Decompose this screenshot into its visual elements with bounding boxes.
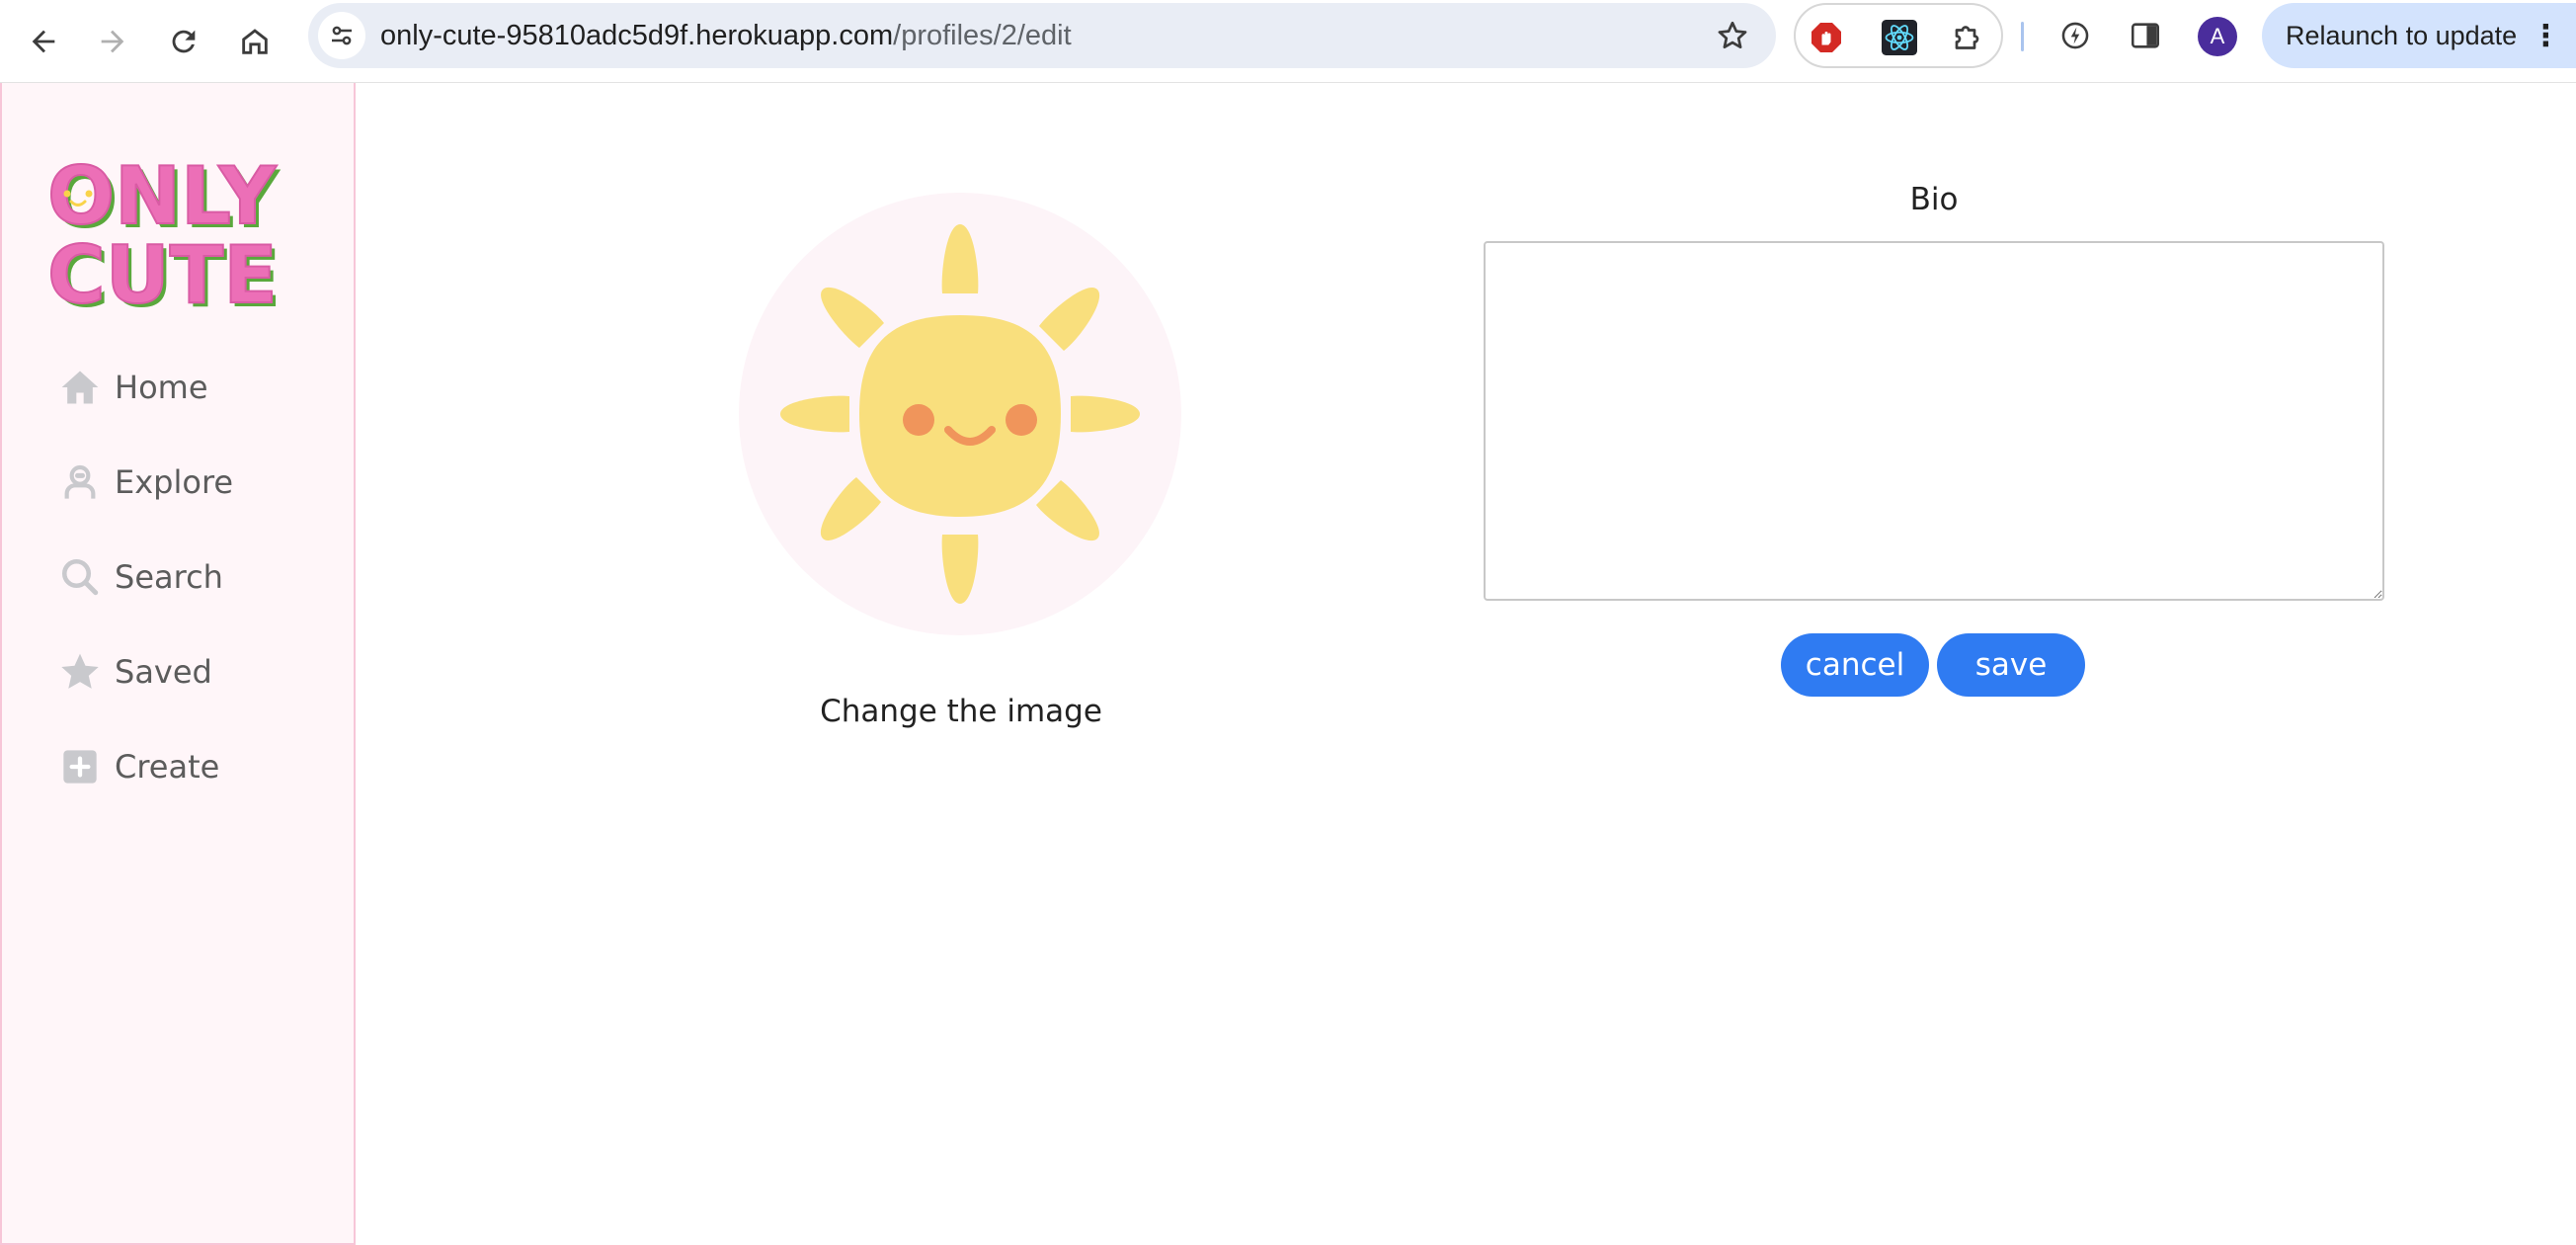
sidebar-item-create[interactable]: Create (57, 739, 219, 794)
kebab-menu-icon[interactable]: ⋮ (2531, 19, 2560, 53)
site-info-button[interactable] (318, 12, 365, 59)
bio-textarea[interactable] (1484, 241, 2384, 601)
back-button[interactable] (16, 14, 71, 69)
relaunch-label: Relaunch to update (2286, 20, 2518, 50)
sidebar-item-label: Create (115, 748, 220, 786)
reload-button[interactable] (156, 14, 211, 69)
explore-icon (57, 459, 103, 505)
sun-cheek-right (1006, 404, 1037, 436)
sidebar-item-label: Search (115, 558, 223, 596)
profile-avatar[interactable]: A (2198, 17, 2237, 56)
react-devtools-icon[interactable] (1881, 19, 1918, 56)
logo-text-line2-front: CUTE (47, 229, 278, 310)
tune-icon (332, 26, 352, 45)
cancel-button[interactable]: cancel (1781, 633, 1929, 697)
sidebar-item-saved[interactable]: Saved (57, 644, 212, 700)
sun-cheek-left (903, 404, 934, 436)
sidebar-item-explore[interactable]: Explore (57, 455, 233, 510)
puzzle-extensions-icon[interactable] (1950, 19, 1987, 56)
extensions-group (1794, 3, 2003, 68)
change-image-link[interactable]: Change the image (731, 694, 1191, 729)
url-text: only-cute-95810adc5d9f.herokuapp.com/pro… (380, 3, 1072, 68)
relaunch-button[interactable]: Relaunch to update ⋮ (2262, 3, 2576, 68)
adblock-extension-icon[interactable] (1808, 19, 1845, 56)
only-cute-logo[interactable]: ONLY ONLY CUTE CUTE (45, 152, 318, 310)
toolbar-divider (2021, 22, 2024, 51)
home-button[interactable] (227, 14, 282, 69)
search-icon (57, 554, 103, 600)
reload-icon (172, 30, 196, 53)
star-icon (57, 649, 103, 695)
save-button[interactable]: save (1937, 633, 2085, 697)
bookmark-star-icon[interactable] (1715, 18, 1750, 53)
plus-square-icon (57, 744, 103, 789)
browser-toolbar: only-cute-95810adc5d9f.herokuapp.com/pro… (0, 0, 2576, 83)
sidebar-item-label: Home (115, 369, 208, 406)
home-outline-icon (242, 29, 268, 54)
arrow-right-icon (101, 30, 124, 53)
url-host: only-cute-95810adc5d9f.herokuapp.com (380, 20, 894, 51)
arrow-left-icon (32, 30, 55, 53)
side-panel-icon[interactable] (2127, 17, 2164, 54)
profile-image[interactable] (739, 193, 1181, 635)
forward-button[interactable] (85, 14, 140, 69)
sun-illustration (780, 224, 1140, 604)
sidebar-item-search[interactable]: Search (57, 549, 223, 605)
sidebar-item-label: Saved (115, 653, 212, 691)
bio-label: Bio (1909, 182, 1959, 217)
address-bar[interactable]: only-cute-95810adc5d9f.herokuapp.com/pro… (308, 3, 1776, 68)
url-path: /profiles/2/edit (893, 20, 1072, 51)
sidebar: ONLY ONLY CUTE CUTE Home Explore Search (0, 83, 356, 1245)
performance-icon[interactable] (2056, 17, 2094, 54)
home-icon (57, 365, 103, 410)
sidebar-item-home[interactable]: Home (57, 360, 208, 415)
sidebar-item-label: Explore (115, 463, 234, 501)
